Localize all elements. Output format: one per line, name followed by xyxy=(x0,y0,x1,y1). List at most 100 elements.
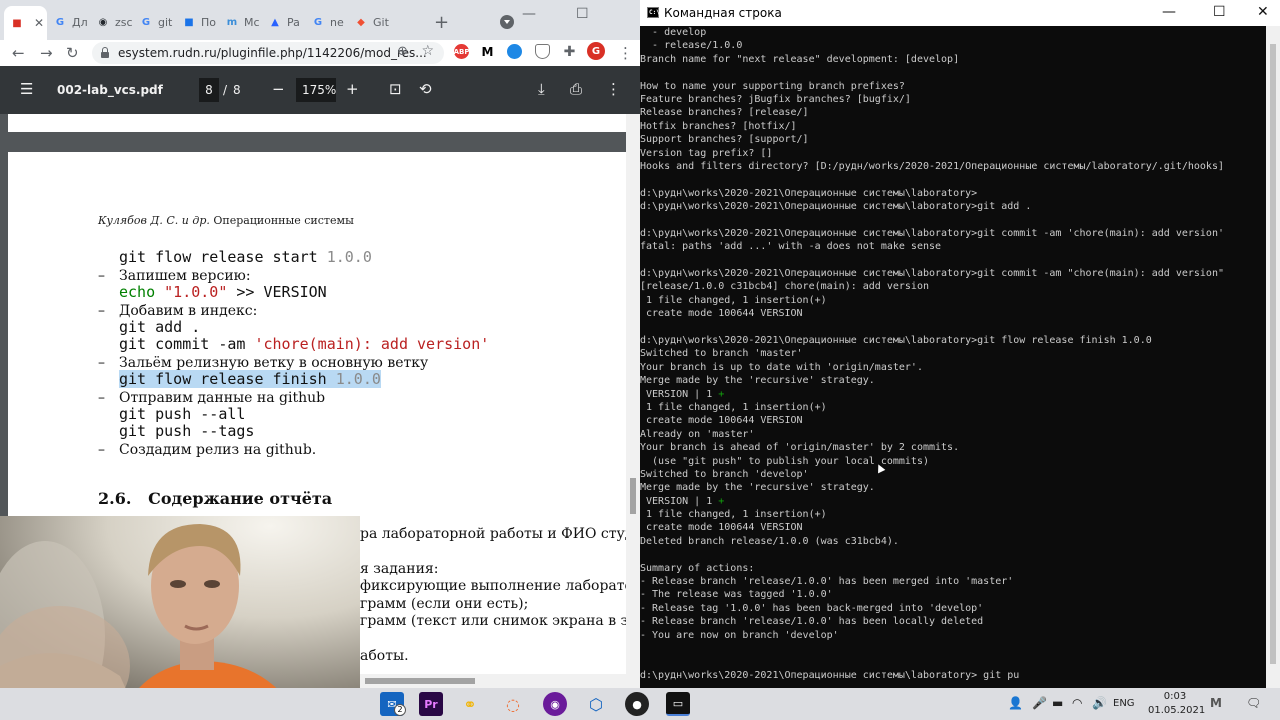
moodle-icon: m xyxy=(226,16,238,28)
console-line: Release branches? [release/] xyxy=(640,106,1266,119)
code-line: git flow release start 1.0.0 xyxy=(119,248,372,266)
pdf-hscroll-thumb[interactable] xyxy=(365,678,475,684)
console-line-text: create mode 100644 VERSION xyxy=(640,415,803,427)
puzzle-icon[interactable]: ✚ xyxy=(562,44,577,60)
code-line: git add . xyxy=(119,318,201,336)
minimize-icon[interactable]: — xyxy=(1162,4,1176,20)
back-icon[interactable]: ← xyxy=(12,43,25,63)
text-fragment: ра лабораторной работы и ФИО студе xyxy=(360,526,626,542)
browser-tab[interactable]: G Дл xyxy=(47,8,90,36)
console-line-text: d:\рудн\works\2020-2021\Операционные сис… xyxy=(640,334,1152,346)
console-line: Support branches? [support/] xyxy=(640,133,1266,146)
console-line: 1 file changed, 1 insertion(+) xyxy=(640,401,1266,414)
new-tab-button[interactable]: + xyxy=(434,12,449,33)
text-fragment: аботы. xyxy=(360,648,409,664)
people-icon[interactable]: 👤 xyxy=(1008,696,1023,710)
volume-icon[interactable]: 🔊 xyxy=(1092,696,1107,710)
cube-app-icon[interactable]: ⬡ xyxy=(584,692,608,716)
maximize-icon[interactable]: ☐ xyxy=(1213,4,1226,20)
hamburger-menu-icon[interactable]: ☰ xyxy=(20,80,33,98)
microphone-icon[interactable]: 🎤 xyxy=(1032,696,1047,710)
zoom-out-icon[interactable]: − xyxy=(272,80,285,98)
bookmark-star-icon[interactable]: ☆ xyxy=(421,43,434,59)
notification-icon[interactable]: 🗨 xyxy=(1246,696,1261,710)
browser-tab[interactable]: Gne xyxy=(305,8,348,36)
taskbar: ✉ 2 Pr ⚭ ◌ ◉ ⬡ ● ▭ 👤 🎤 ▬ ◠ 🔊 ENG 0:03 01… xyxy=(0,688,1280,720)
console-line-text: Merge made by the 'recursive' strategy. xyxy=(640,375,875,387)
premiere-app-icon[interactable]: Pr xyxy=(419,692,443,716)
adblock-icon[interactable]: ABP xyxy=(454,44,469,59)
code-line-selected[interactable]: git flow release finish 1.0.0 xyxy=(119,370,381,388)
console-line: create mode 100644 VERSION xyxy=(640,307,1266,320)
pdf-more-icon[interactable]: ⋮ xyxy=(606,80,621,98)
console-line: d:\рудн\works\2020-2021\Операционные сис… xyxy=(640,187,1266,200)
cmd-taskbar-icon[interactable]: ▭ xyxy=(666,692,690,716)
browser-tab[interactable]: Ggit xyxy=(133,8,176,36)
console-line-text: d:\рудн\works\2020-2021\Операционные сис… xyxy=(640,227,1224,239)
download-icon[interactable]: ⤓ xyxy=(538,80,545,98)
page-header: Кулябов Д. С. и др. Операционные системы xyxy=(98,214,354,227)
console-line-text: - release/1.0.0 xyxy=(640,40,743,52)
browser-tab[interactable]: ◉ zsc xyxy=(90,8,133,36)
page-number-input[interactable]: 8 xyxy=(199,78,219,102)
pdf-vertical-scrollbar[interactable] xyxy=(626,114,640,674)
tab-title: zsc xyxy=(115,15,133,29)
maximize-icon[interactable]: ☐ xyxy=(576,6,589,22)
fit-page-icon[interactable]: ⊡ xyxy=(389,80,402,98)
console-line: - Release branch 'release/1.0.0' has bee… xyxy=(640,615,1266,628)
chain-app-icon[interactable]: ⚭ xyxy=(458,692,482,716)
tab-strip: ■ ✕ G Дл ◉ zsc Ggit ■ По m Mc ▲ Pa Gne ◆ Git + — ☐ xyxy=(0,0,640,40)
obs-app-icon[interactable]: ● xyxy=(625,692,649,716)
browser-tab[interactable]: ■ ✕ xyxy=(4,6,47,40)
browser-tab[interactable]: ◆ Git xyxy=(348,8,391,36)
cmd-window: C:\ Командная строка — ☐ ✕ - develop - r… xyxy=(640,0,1280,688)
bullet-text: Запишем версию: xyxy=(119,268,251,284)
jupyter-app-icon[interactable]: ◌ xyxy=(501,692,525,716)
diff-plus-mark: + xyxy=(718,388,725,400)
minimize-icon[interactable]: — xyxy=(522,6,536,22)
console-output[interactable]: - develop - release/1.0.0 Branch name for… xyxy=(640,26,1266,688)
console-line-text: - The release was tagged '1.0.0' xyxy=(640,589,833,601)
code-string: 'chore(main): add version' xyxy=(254,335,490,353)
pdf-page-previous xyxy=(8,114,626,132)
cmd-title: Командная строка xyxy=(664,6,782,20)
browser-tab[interactable]: m Mc xyxy=(219,8,262,36)
console-line: Deleted branch release/1.0.0 (was c31bcb… xyxy=(640,535,1266,548)
pdf-scroll-thumb[interactable] xyxy=(630,478,636,514)
podcast-app-icon[interactable]: ◉ xyxy=(543,692,567,716)
tab-search-icon[interactable] xyxy=(500,15,514,29)
address-bar[interactable]: esystem.rudn.ru/pluginfile.php/1142206/m… xyxy=(92,42,444,64)
console-line-text: Support branches? [support/] xyxy=(640,134,809,146)
zoom-level[interactable]: 175% xyxy=(296,78,336,102)
rotate-icon[interactable]: ⟲ xyxy=(419,80,432,98)
github-icon: ◉ xyxy=(98,16,108,28)
language-indicator[interactable]: ENG xyxy=(1113,698,1135,709)
code-line: git push --tags xyxy=(119,422,255,440)
bullet-text: Зальём релизную ветку в основную ветку xyxy=(119,355,429,371)
console-line: Feature branches? jBugfix branches? [bug… xyxy=(640,93,1266,106)
clock-date: 01.05.2021 xyxy=(1148,705,1206,716)
zoom-icon[interactable]: ⊕ xyxy=(397,44,408,59)
tab-close-icon[interactable]: ✕ xyxy=(34,16,44,30)
print-icon[interactable]: ⎙ xyxy=(570,80,582,98)
extension-blue-icon[interactable] xyxy=(507,44,522,59)
cmd-scroll-thumb[interactable] xyxy=(1270,44,1276,664)
chrome-menu-icon[interactable]: ⋮ xyxy=(618,43,633,63)
console-line: 1 file changed, 1 insertion(+) xyxy=(640,294,1266,307)
cmd-title-bar[interactable]: C:\ Командная строка — ☐ ✕ xyxy=(640,0,1280,26)
browser-tab[interactable]: ■ По xyxy=(176,8,219,36)
extension-m-icon[interactable]: M xyxy=(480,44,495,59)
wifi-icon[interactable]: ◠ xyxy=(1072,696,1082,710)
code-line: git push --all xyxy=(119,405,246,423)
ms-icon[interactable]: M xyxy=(1210,696,1222,710)
zoom-in-icon[interactable]: + xyxy=(346,80,359,98)
forward-icon[interactable]: → xyxy=(40,43,53,63)
browser-tab[interactable]: ▲ Pa xyxy=(262,8,305,36)
clock[interactable]: 0:03 01.05.2021 xyxy=(1148,690,1206,718)
profile-avatar[interactable]: G xyxy=(587,42,605,60)
console-line: - You are now on branch 'develop' xyxy=(640,629,1266,642)
shield-icon[interactable] xyxy=(535,44,550,59)
reload-icon[interactable]: ↻ xyxy=(66,43,79,63)
close-icon[interactable]: ✕ xyxy=(1257,4,1269,20)
